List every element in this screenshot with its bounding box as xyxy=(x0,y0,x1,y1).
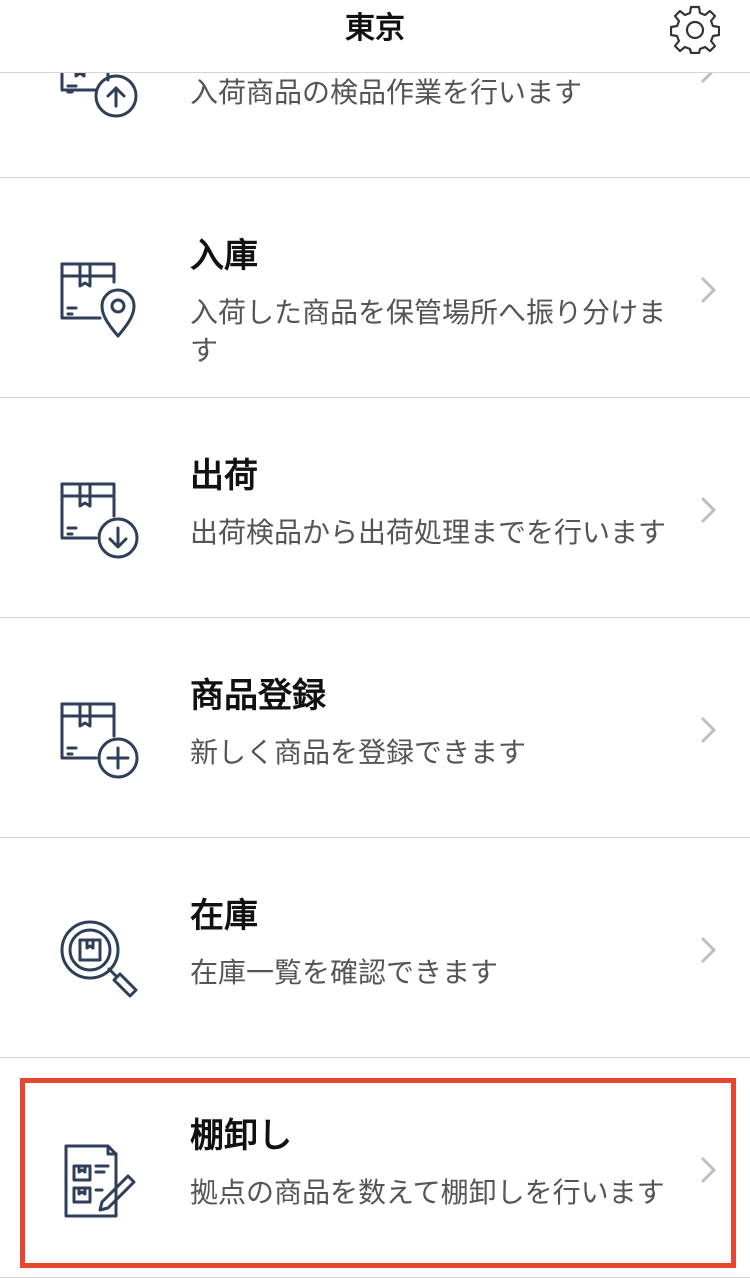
chevron-right-icon xyxy=(701,277,716,303)
menu-item-title: 商品登録 xyxy=(190,676,326,716)
chevron-right-icon xyxy=(701,497,716,523)
box-location-icon xyxy=(60,262,136,338)
page-title: 東京 xyxy=(345,11,405,46)
menu-item-title: 出荷 xyxy=(190,456,258,496)
menu-item-stock[interactable]: 在庫 在庫一覧を確認できます xyxy=(0,838,750,1058)
navigation-bar: 東京 xyxy=(0,0,750,73)
menu-item-description: 入荷商品の検品作業を行います xyxy=(190,76,583,109)
chevron-right-icon xyxy=(701,937,716,963)
menu-item-description: 出荷検品から出荷処理までを行います xyxy=(190,516,667,549)
menu-item-register[interactable]: 商品登録 新しく商品を登録できます xyxy=(0,618,750,838)
menu-list: 入荷商品の検品作業を行います 入庫 入荷した商品を保管場所へ振り分けます 出荷 … xyxy=(0,0,750,1278)
box-download-icon xyxy=(60,482,139,559)
menu-item-title: 在庫 xyxy=(190,896,258,936)
menu-item-stocktake[interactable]: 棚卸し 拠点の商品を数えて棚卸しを行います xyxy=(0,1058,750,1278)
menu-item-description: 新しく商品を登録できます xyxy=(190,736,527,769)
chevron-right-icon xyxy=(701,1157,716,1183)
box-add-icon xyxy=(60,702,139,779)
gear-icon[interactable] xyxy=(670,4,720,54)
menu-item-description: 在庫一覧を確認できます xyxy=(190,956,499,989)
app-screen: 東京 入荷商品の検品作業を行います 入庫 入荷した商品を保管場所へ振り分けます … xyxy=(0,0,750,1278)
menu-item-title: 棚卸し xyxy=(190,1116,292,1156)
menu-item-shipping[interactable]: 出荷 出荷検品から出荷処理までを行います xyxy=(0,398,750,618)
menu-item-description: 入荷した商品を保管場所へ振り分けます xyxy=(190,296,667,367)
clipboard-pencil-icon xyxy=(64,1144,136,1218)
chevron-right-icon xyxy=(701,717,716,743)
menu-item-putaway[interactable]: 入庫 入荷した商品を保管場所へ振り分けます xyxy=(0,178,750,398)
magnifier-box-icon xyxy=(60,920,138,998)
menu-item-description: 拠点の商品を数えて棚卸しを行います xyxy=(190,1176,665,1209)
menu-item-title: 入庫 xyxy=(190,236,258,276)
